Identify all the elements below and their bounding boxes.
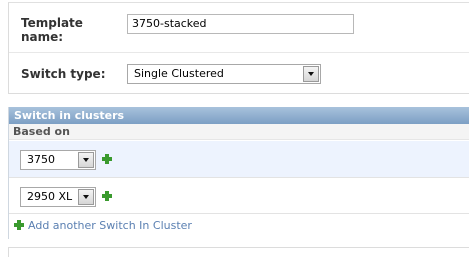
inline-group-title: Switch in clusters — [9, 107, 469, 124]
table-row: 2950 XL — [9, 178, 469, 214]
add-another-switch-link[interactable]: Add another Switch In Cluster — [28, 219, 192, 233]
chevron-down-icon[interactable] — [303, 66, 319, 82]
based-on-value: 2950 XL — [27, 190, 73, 203]
add-plus-icon[interactable] — [102, 154, 112, 164]
based-on-select[interactable]: 2950 XL — [20, 187, 96, 207]
table-row: 3750 — [9, 141, 469, 178]
switch-type-value: Single Clustered — [134, 67, 224, 80]
switch-type-select[interactable]: Single Clustered — [127, 64, 321, 84]
chevron-down-icon[interactable] — [78, 152, 94, 168]
based-on-value: 3750 — [27, 153, 55, 166]
switch-in-clusters-group: Switch in clusters Based on 3750 2950 XL… — [8, 107, 469, 239]
template-name-label: Template name: — [21, 16, 83, 44]
chevron-down-icon[interactable] — [78, 189, 94, 205]
add-plus-icon[interactable] — [102, 191, 112, 201]
switch-type-label: Switch type: — [21, 67, 106, 81]
template-module: Template name: 3750-stacked Switch type:… — [8, 2, 469, 94]
based-on-select[interactable]: 3750 — [20, 150, 96, 170]
based-on-column-header: Based on — [9, 124, 469, 140]
add-plus-icon[interactable] — [14, 220, 24, 230]
add-another-row: Add another Switch In Cluster — [9, 214, 469, 239]
template-name-input[interactable]: 3750-stacked — [127, 14, 354, 34]
